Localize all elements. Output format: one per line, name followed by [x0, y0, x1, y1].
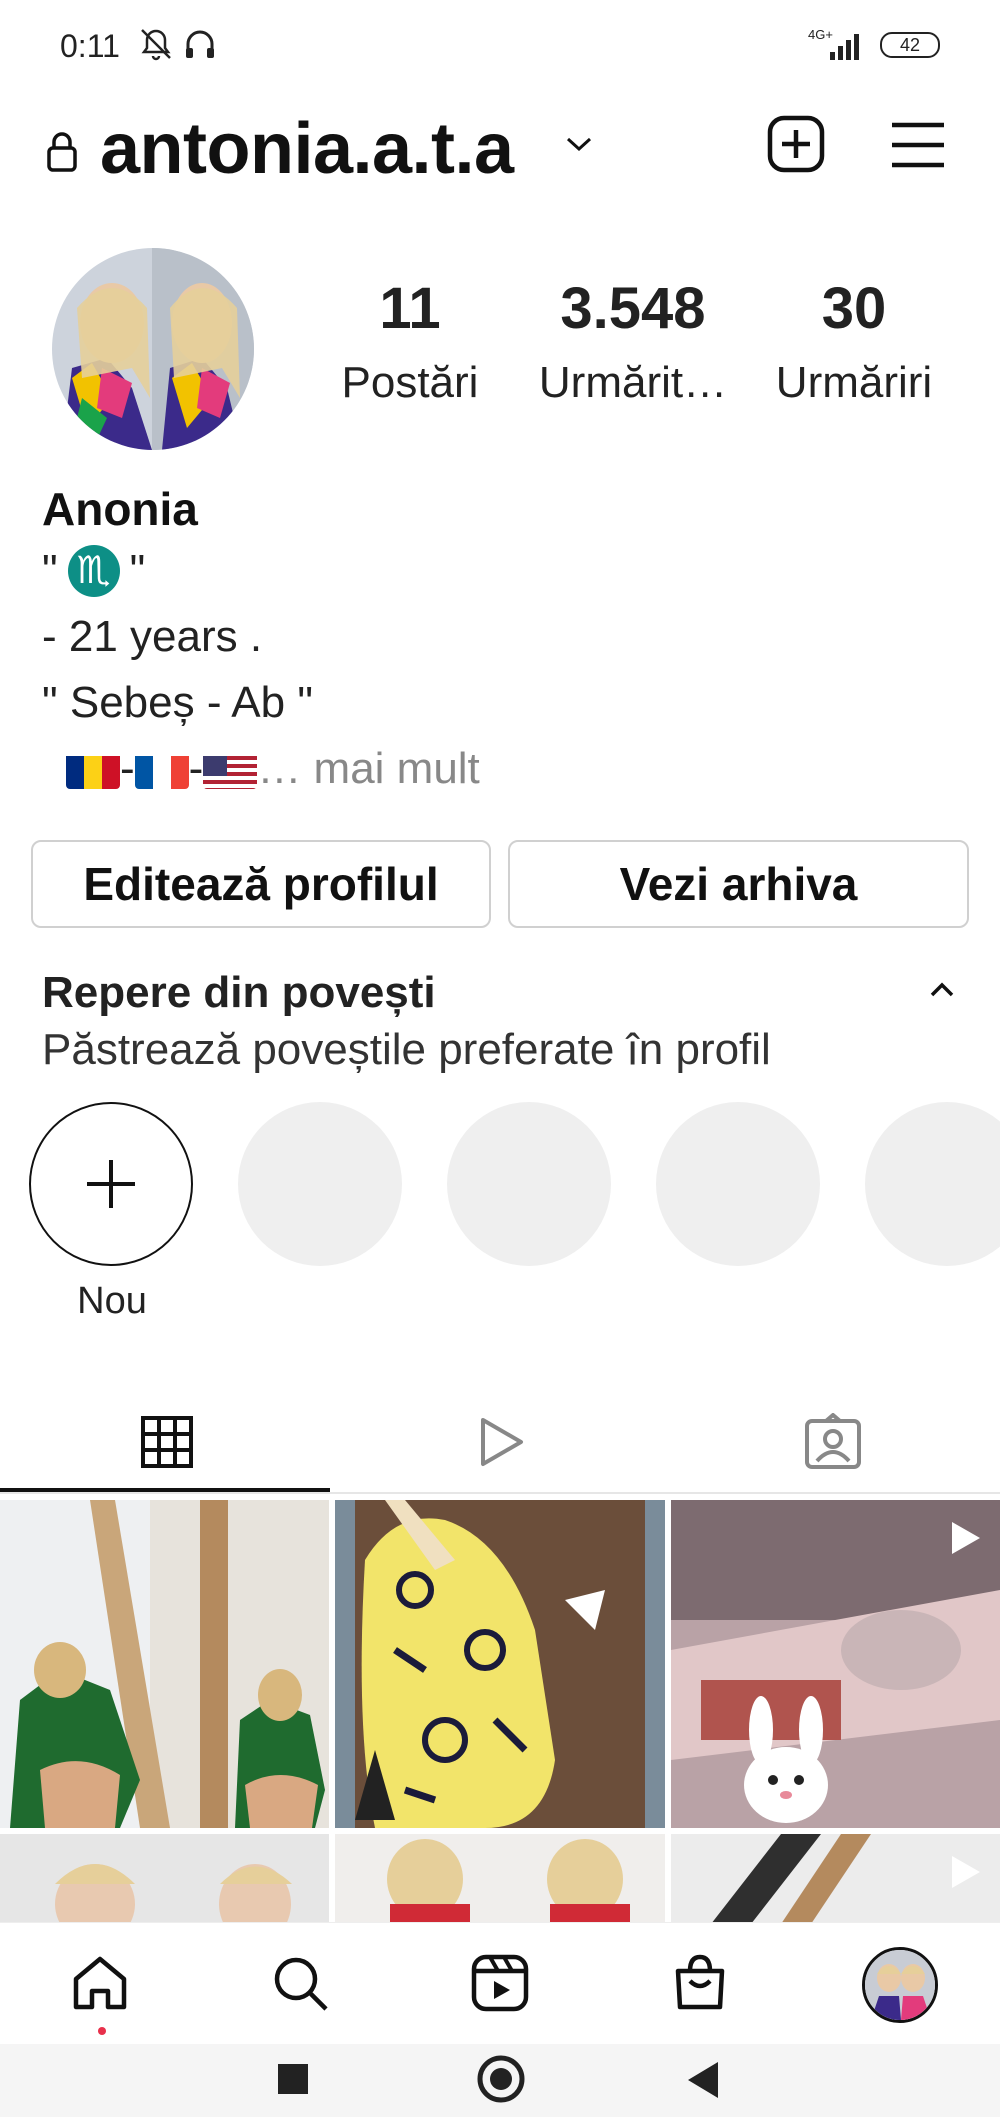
shopping-bag-icon: [675, 1954, 725, 2010]
signal-icon: [826, 32, 866, 65]
search-icon: [274, 1957, 328, 2011]
highlight-placeholder: [865, 1102, 1000, 1266]
notification-dot: [98, 2027, 106, 2035]
flag-separator: -: [188, 744, 204, 793]
menu-icon[interactable]: [890, 120, 946, 175]
bio-flags-line[interactable]: - - … mai mult: [42, 736, 942, 802]
highlights-subtitle: Păstrează poveștile preferate în profil: [42, 1025, 771, 1074]
usa-flag-icon: [203, 749, 258, 789]
edit-profile-button[interactable]: Editează profilul: [31, 840, 491, 928]
bio-quote-close: ": [129, 546, 146, 595]
system-navigation-bar: [0, 2044, 1000, 2117]
headphones-icon: [182, 26, 218, 67]
plus-icon: [87, 1160, 135, 1208]
profile-avatar[interactable]: [52, 248, 254, 450]
post-thumbnail[interactable]: [335, 1500, 665, 1828]
status-time: 0:11: [60, 28, 120, 64]
nav-shop[interactable]: [660, 1953, 740, 2023]
post-thumbnail[interactable]: [335, 1834, 665, 1924]
tab-posts-grid[interactable]: [0, 1390, 333, 1494]
scorpio-icon: ♏: [67, 545, 120, 597]
status-bar: 0:11 4G+ 42: [0, 0, 1000, 90]
stat-followers[interactable]: 3.548 Urmărit…: [528, 278, 738, 408]
nav-search[interactable]: [260, 1953, 340, 2023]
chevron-up-icon[interactable]: [928, 980, 956, 1005]
romania-flag-icon: [66, 749, 120, 789]
highlights-title: Repere din povești: [42, 968, 436, 1017]
play-icon: [480, 1418, 523, 1466]
stat-posts-value: 11: [379, 276, 441, 341]
post-thumbnail[interactable]: [671, 1834, 1000, 1924]
back-triangle-icon[interactable]: [686, 2060, 720, 2105]
bio-display-name: Anonia: [42, 483, 198, 535]
bottom-navigation: [0, 1922, 1000, 2044]
stat-followers-label: Urmărit…: [538, 358, 728, 407]
chevron-down-icon[interactable]: [564, 134, 594, 159]
battery-indicator: 42: [880, 32, 940, 58]
home-icon: [73, 1956, 127, 2010]
reel-play-icon: [944, 1518, 984, 1563]
new-highlight-button[interactable]: [29, 1102, 193, 1266]
tab-tagged[interactable]: [666, 1390, 999, 1494]
create-post-button[interactable]: [766, 114, 826, 179]
stat-posts[interactable]: 11 Postări: [330, 278, 490, 408]
bio-location-line: " Sebeș - Ab ": [42, 678, 313, 727]
flag-separator: -: [120, 744, 135, 793]
home-circle-icon[interactable]: [476, 2054, 526, 2109]
highlight-placeholder: [656, 1102, 820, 1266]
grid-icon: [140, 1416, 193, 1468]
nav-profile-avatar[interactable]: [862, 1947, 938, 2023]
nav-reels[interactable]: [460, 1953, 540, 2023]
profile-bio: Anonia " ♏ " - 21 years . " Sebeș - Ab "…: [42, 482, 942, 802]
highlight-placeholder: [447, 1102, 611, 1266]
stat-posts-label: Postări: [341, 358, 479, 407]
bio-quote-open: ": [42, 546, 58, 595]
profile-header: antonia.a.t.a: [0, 100, 1000, 210]
profile-tabs: [0, 1390, 1000, 1494]
reels-icon: [471, 1954, 529, 2012]
lock-icon: [46, 130, 78, 177]
recents-square-icon[interactable]: [276, 2062, 310, 2101]
post-thumbnail[interactable]: [0, 1500, 329, 1828]
nav-home[interactable]: [60, 1953, 140, 2023]
view-archive-button[interactable]: Vezi arhiva: [508, 840, 969, 928]
post-thumbnail[interactable]: [671, 1500, 1000, 1828]
stat-following-value: 30: [821, 276, 887, 341]
divider: [0, 1492, 1000, 1494]
account-username[interactable]: antonia.a.t.a: [100, 108, 514, 190]
bio-zodiac-line: " ♏ ": [42, 538, 942, 604]
reel-play-icon: [944, 1852, 984, 1897]
bio-age-line: - 21 years .: [42, 612, 263, 661]
stat-followers-value: 3.548: [560, 276, 706, 341]
new-highlight-label: Nou: [77, 1280, 147, 1322]
stat-following-label: Urmăriri: [775, 358, 933, 407]
bio-more-link[interactable]: … mai mult: [257, 736, 479, 802]
post-thumbnail[interactable]: [0, 1834, 329, 1924]
tagged-person-icon: [804, 1413, 861, 1469]
france-flag-icon: [134, 749, 189, 789]
mute-notifications-icon: [138, 26, 174, 67]
stat-following[interactable]: 30 Urmăriri: [764, 278, 944, 408]
highlight-placeholder: [238, 1102, 402, 1266]
tab-reels[interactable]: [333, 1390, 666, 1494]
